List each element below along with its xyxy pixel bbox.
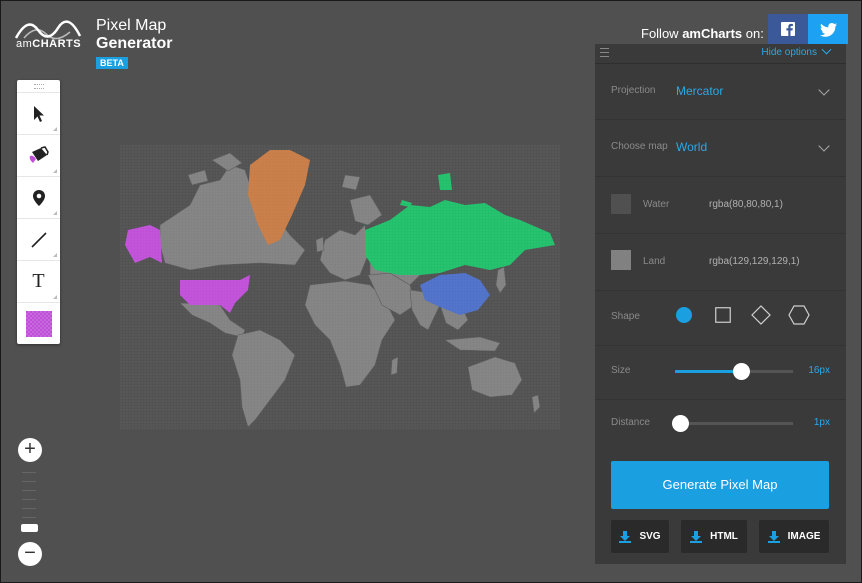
app-title: Pixel Map Generator BETA <box>96 17 172 71</box>
logo-am: am <box>16 38 33 50</box>
distance-slider[interactable] <box>672 415 793 432</box>
logo-wordmark: amCHARTS <box>16 38 81 50</box>
beta-badge: BETA <box>96 57 128 69</box>
download-icon <box>619 530 632 543</box>
download-image-label: IMAGE <box>787 531 821 542</box>
hide-options-label: Hide options <box>761 47 817 58</box>
circle-shape-option[interactable] <box>676 307 692 323</box>
map-row[interactable]: Choose map World <box>595 120 846 177</box>
zoom-tick <box>22 508 36 509</box>
pointer-icon <box>33 105 44 122</box>
water-color-swatch[interactable] <box>611 194 631 214</box>
shape-row: Shape <box>595 291 846 346</box>
diamond-shape-option[interactable] <box>751 305 771 325</box>
zoom-out-button[interactable]: − <box>18 542 42 566</box>
hide-options-link[interactable]: Hide options <box>761 44 832 58</box>
chevron-down-icon <box>821 44 832 55</box>
size-slider[interactable] <box>675 363 793 380</box>
pin-icon <box>32 189 45 206</box>
zoom-tick <box>22 490 36 491</box>
download-icon <box>690 530 703 543</box>
color-tool[interactable] <box>17 302 60 344</box>
zoom-slider-handle[interactable] <box>21 524 38 532</box>
distance-row: Distance 1px <box>595 400 846 450</box>
download-html-label: HTML <box>710 531 738 542</box>
download-icon <box>767 530 780 543</box>
text-icon: T <box>32 270 45 292</box>
land-color-swatch[interactable] <box>611 250 631 270</box>
panel-header: Hide options <box>595 44 846 64</box>
projection-select[interactable]: Mercator <box>676 84 723 98</box>
follow-text: Follow amCharts on: <box>641 26 764 41</box>
facebook-button[interactable] <box>768 14 808 44</box>
options-panel: Hide options Projection Mercator Choose … <box>595 44 846 564</box>
chevron-down-icon <box>818 84 830 96</box>
paint-tool[interactable] <box>17 134 60 176</box>
toolbar-drag-handle[interactable] <box>17 80 60 92</box>
size-slider-knob[interactable] <box>732 363 750 380</box>
download-html-button[interactable]: HTML <box>681 520 747 553</box>
download-svg-button[interactable]: SVG <box>611 520 669 553</box>
size-label: Size <box>611 365 631 376</box>
follow-suffix: on: <box>742 26 764 41</box>
follow-brand: amCharts <box>682 26 743 41</box>
text-tool[interactable]: T <box>17 260 60 302</box>
download-svg-label: SVG <box>639 531 661 542</box>
shape-label: Shape <box>611 311 640 322</box>
follow-prefix: Follow <box>641 26 683 41</box>
projection-row[interactable]: Projection Mercator <box>595 64 846 120</box>
title-line2: Generator <box>96 35 173 52</box>
distance-label: Distance <box>611 417 650 428</box>
select-tool[interactable] <box>17 92 60 134</box>
paint-icon <box>29 145 49 163</box>
size-row: Size 16px <box>595 346 846 400</box>
logo-charts: CHARTS <box>32 38 82 50</box>
size-value: 16px <box>808 365 830 376</box>
title-line1: Pixel Map <box>96 17 167 34</box>
zoom-tick <box>22 472 36 473</box>
line-icon <box>30 231 47 248</box>
chevron-down-icon <box>818 140 830 152</box>
download-image-button[interactable]: IMAGE <box>759 520 829 553</box>
zoom-in-button[interactable]: + <box>18 438 42 462</box>
facebook-icon <box>781 22 795 36</box>
tool-palette: T <box>17 80 60 344</box>
water-row[interactable]: Water rgba(80,80,80,1) <box>595 177 846 234</box>
line-tool[interactable] <box>17 218 60 260</box>
distance-value: 1px <box>813 417 830 428</box>
projection-label: Projection <box>611 85 656 96</box>
map-label: Choose map <box>611 141 668 152</box>
color-swatch <box>25 310 52 337</box>
world-map[interactable] <box>120 145 560 430</box>
pixel-texture <box>120 145 560 430</box>
water-label: Water <box>643 199 670 210</box>
twitter-button[interactable] <box>808 14 848 44</box>
square-shape-option[interactable] <box>715 307 731 323</box>
land-label: Land <box>643 256 666 267</box>
water-color-input[interactable]: rgba(80,80,80,1) <box>709 199 783 210</box>
zoom-tick <box>22 517 36 518</box>
zoom-tick <box>22 481 36 482</box>
generate-pixel-map-button[interactable]: Generate Pixel Map <box>611 461 829 509</box>
distance-slider-knob[interactable] <box>672 415 690 432</box>
map-select[interactable]: World <box>676 140 707 154</box>
drag-menu-icon[interactable] <box>600 48 609 57</box>
land-row[interactable]: Land rgba(129,129,129,1) <box>595 234 846 291</box>
marker-tool[interactable] <box>17 176 60 218</box>
hexagon-shape-option[interactable] <box>788 305 810 325</box>
size-slider-fill <box>675 370 742 373</box>
twitter-icon <box>820 23 837 37</box>
land-color-input[interactable]: rgba(129,129,129,1) <box>709 256 800 267</box>
zoom-tick <box>22 499 36 500</box>
